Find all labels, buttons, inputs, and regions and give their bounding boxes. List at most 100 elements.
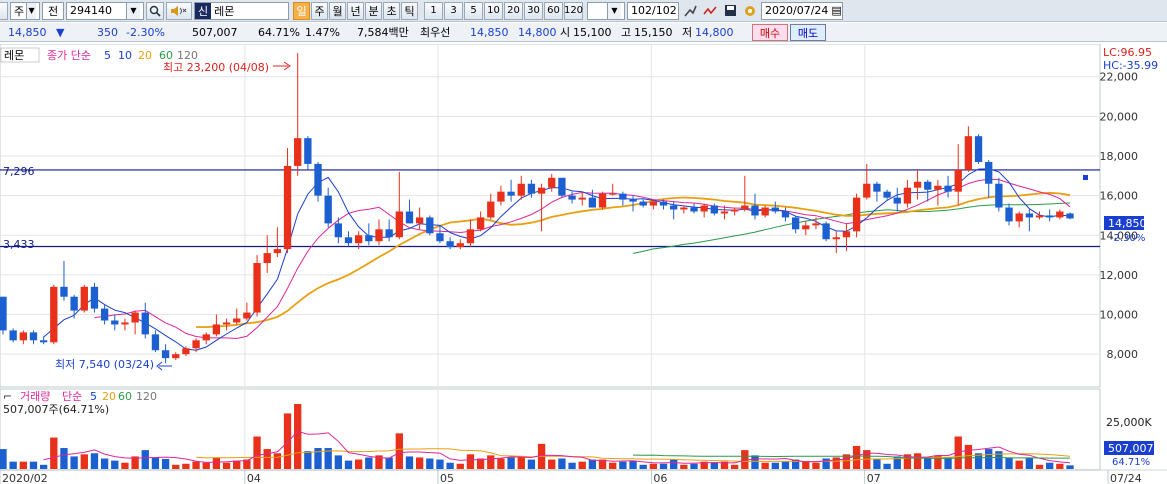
minute-tab-5[interactable]: 5 <box>464 1 483 20</box>
candle-body-63 <box>639 201 647 206</box>
code-input[interactable]: 294140 ▼ <box>66 1 144 20</box>
candle-body-69 <box>700 205 708 212</box>
volume-bar-11 <box>111 460 119 469</box>
market-select[interactable]: 주 ▼ <box>10 1 40 20</box>
volume-bar-38 <box>385 457 393 469</box>
line-chart-icon[interactable] <box>701 2 719 20</box>
candlestick-chart[interactable]: 22,00020,00018,00016,00014,00012,00010,0… <box>0 43 1167 484</box>
vol-ma-5: 5 <box>90 390 97 403</box>
candle-body-80 <box>812 223 820 226</box>
period-tab-0[interactable]: 일 <box>293 1 310 20</box>
lower-line-label: 3,433 <box>3 238 35 251</box>
candle-body-29 <box>294 138 302 166</box>
x-tick-0: 2020/02 <box>2 472 48 484</box>
candle-body-52 <box>527 183 536 194</box>
candle-body-15 <box>151 334 160 351</box>
change-pct: -2.30% <box>126 25 165 39</box>
candle-body-1 <box>9 330 17 341</box>
search-icon[interactable] <box>146 1 164 20</box>
candle-body-50 <box>507 191 515 196</box>
candle-body-86 <box>873 183 881 192</box>
volume-bar-87 <box>883 463 891 469</box>
minute-tab-60[interactable]: 60 <box>544 1 563 20</box>
candle-body-21 <box>212 324 221 335</box>
line-handle[interactable] <box>1083 175 1088 180</box>
volume-bar-63 <box>639 464 647 469</box>
volume-bar-4 <box>39 464 48 469</box>
volume-bar-48 <box>487 455 495 469</box>
count-field[interactable]: 102 /102 <box>627 1 679 20</box>
period-tab-5[interactable]: 초 <box>383 1 400 20</box>
candle-body-4 <box>39 340 48 343</box>
volume-bar-101 <box>1025 457 1034 469</box>
volume-bar-36 <box>365 457 373 469</box>
y-tick-16000: 16,000 <box>1100 190 1139 203</box>
date-field[interactable]: 2020/07/24 ▤ <box>761 1 843 20</box>
period-tab-1[interactable]: 주 <box>311 1 328 20</box>
sell-button[interactable]: 매도 <box>790 24 826 41</box>
gear-icon[interactable] <box>741 2 759 20</box>
candle-body-47 <box>476 217 485 230</box>
minute-tab-3[interactable]: 3 <box>444 1 463 20</box>
candle-body-89 <box>903 187 912 204</box>
minute-tab-120[interactable]: 120 <box>564 1 583 20</box>
chevron-down-icon[interactable]: ▼ <box>126 2 140 19</box>
pin-icon[interactable] <box>681 2 699 20</box>
candle-body-101 <box>1025 213 1034 218</box>
candle-body-56 <box>568 195 576 200</box>
volume-bar-50 <box>507 457 515 469</box>
candle-body-32 <box>324 195 332 224</box>
volume-bar-97 <box>985 449 993 469</box>
candle-body-12 <box>121 322 129 325</box>
volume-bar-75 <box>761 462 769 469</box>
chevron-down-icon[interactable]: ▼ <box>26 2 36 19</box>
volume-bar-3 <box>29 461 38 469</box>
candle-body-61 <box>619 193 627 200</box>
speaker-icon[interactable] <box>166 1 192 20</box>
high-value: 15,150 <box>634 25 673 39</box>
volume-bar-51 <box>517 456 525 469</box>
y-tick-18000: 18,000 <box>1100 150 1139 163</box>
save-icon[interactable] <box>721 2 739 20</box>
volume-bar-9 <box>90 453 99 469</box>
candle-body-75 <box>761 207 769 216</box>
candle-body-92 <box>934 185 942 190</box>
current-price: 14,850 <box>8 25 47 39</box>
volume-bar-33 <box>334 455 343 469</box>
volume-bar-61 <box>619 461 627 469</box>
candle-body-70 <box>710 205 718 214</box>
chart-area[interactable]: 22,000 20,000 18,000 16,000 14,000 12,000 10,0… <box>0 43 1167 484</box>
candle-body-13 <box>131 312 139 323</box>
x-tick-3: 06 <box>653 472 667 484</box>
minute-tab-10[interactable]: 10 <box>484 1 503 20</box>
volume-bar-58 <box>588 459 597 469</box>
minute-tab-20[interactable]: 20 <box>504 1 523 20</box>
candle-body-103 <box>1046 215 1054 218</box>
candle-body-40 <box>405 211 414 224</box>
period-tab-2[interactable]: 월 <box>329 1 346 20</box>
count-value: 102 <box>631 4 652 17</box>
volume-bar-49 <box>497 458 505 469</box>
volume-bar-6 <box>60 448 68 469</box>
x-tick-1: 04 <box>247 472 261 484</box>
tick-count-input[interactable]: ▼ <box>587 1 625 20</box>
candle-body-81 <box>822 223 830 240</box>
period-tab-3[interactable]: 년 <box>347 1 364 20</box>
volume-bar-10 <box>100 458 109 469</box>
volume-bar-7 <box>70 456 78 469</box>
minute-tab-30[interactable]: 30 <box>524 1 543 20</box>
candle-body-27 <box>273 249 282 254</box>
period-tab-6[interactable]: 틱 <box>401 1 418 20</box>
period-tab-4[interactable]: 분 <box>365 1 382 20</box>
candle-body-18 <box>182 348 190 355</box>
volume-bar-15 <box>151 457 160 469</box>
chevron-down-icon[interactable]: ▼ <box>607 2 621 19</box>
volume-bar-30 <box>304 451 312 469</box>
buy-button[interactable]: 매수 <box>752 24 788 41</box>
minute-tab-1[interactable]: 1 <box>424 1 443 20</box>
candle-body-65 <box>659 201 668 206</box>
prev-button[interactable] <box>0 1 8 20</box>
stock-name-field[interactable]: 신 레몬 <box>194 1 289 20</box>
period-label[interactable]: 전 <box>42 1 64 20</box>
calendar-icon[interactable]: ▤ <box>831 4 841 17</box>
